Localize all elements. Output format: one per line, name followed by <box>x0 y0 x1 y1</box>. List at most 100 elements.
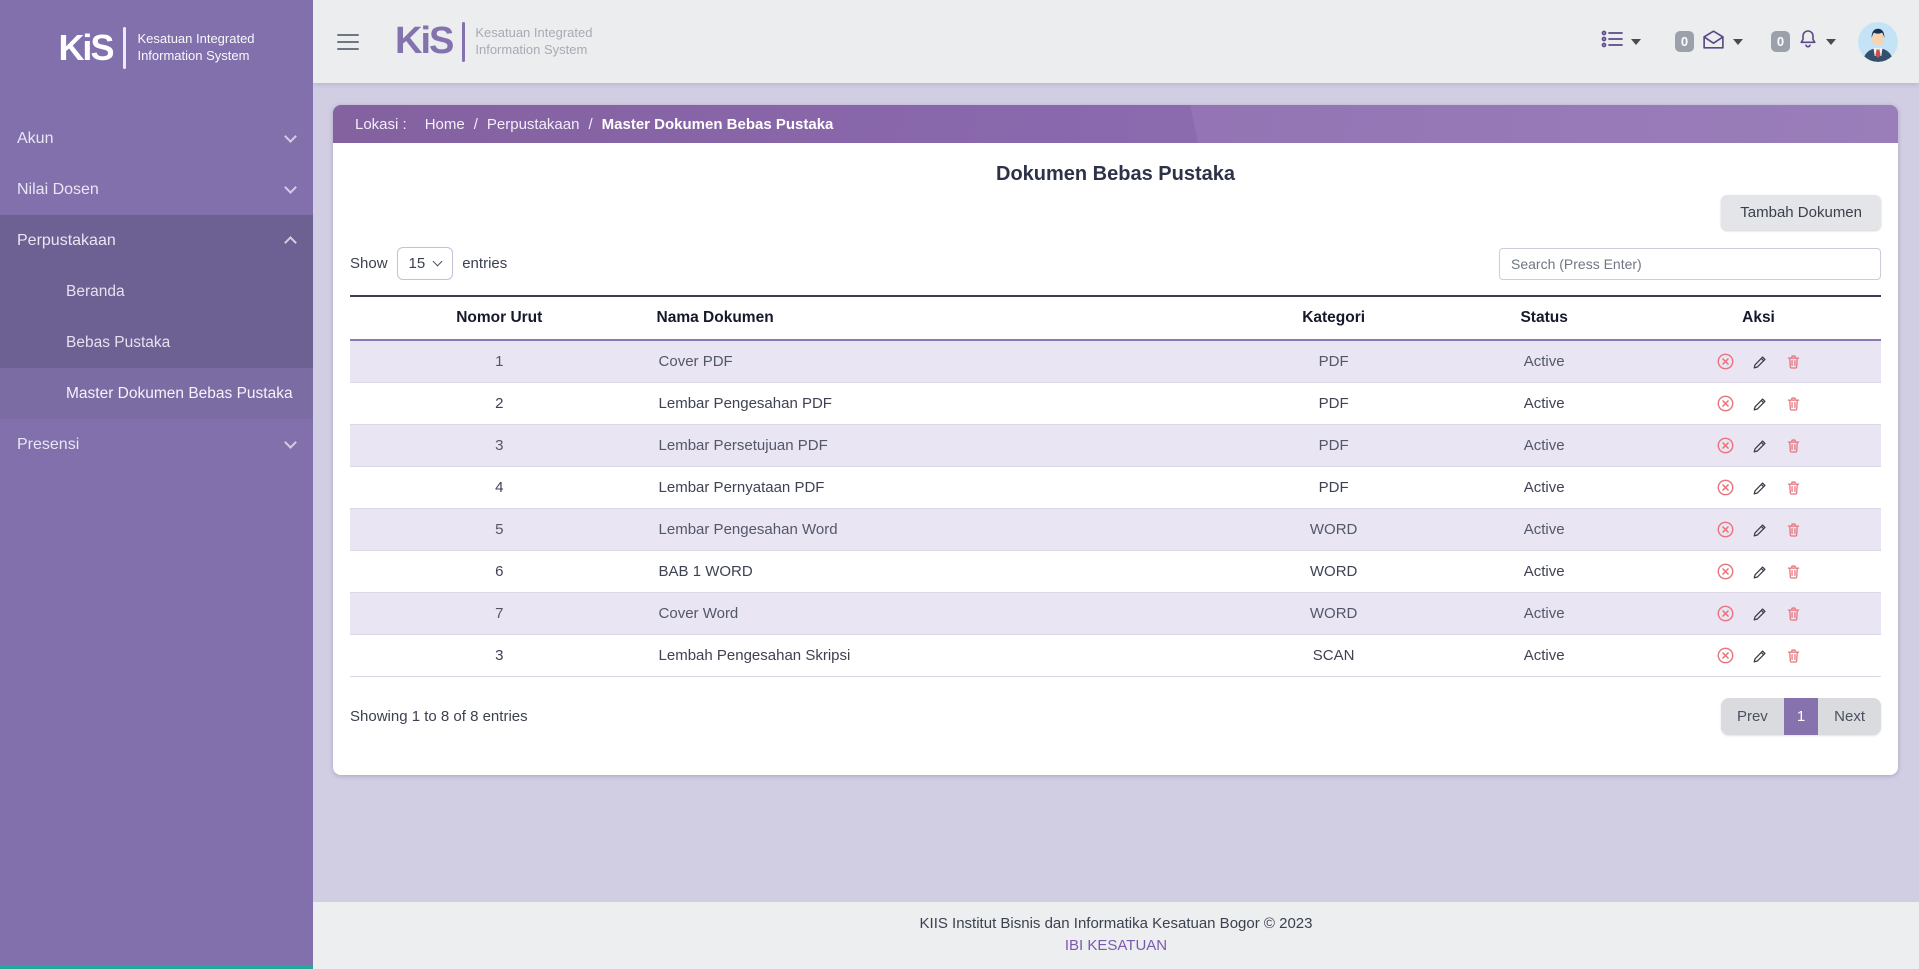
deactivate-icon[interactable] <box>1716 478 1735 497</box>
deactivate-icon[interactable] <box>1716 520 1735 539</box>
footer-institution-link[interactable]: IBI KESATUAN <box>1065 937 1167 954</box>
breadcrumb-prefix: Lokasi : <box>355 115 407 133</box>
deactivate-icon[interactable] <box>1716 604 1735 623</box>
deactivate-icon[interactable] <box>1716 352 1735 371</box>
cell-nama-dokumen: Cover PDF <box>648 340 1215 383</box>
cell-nomor-urut: 5 <box>350 508 649 551</box>
delete-icon[interactable] <box>1785 605 1802 622</box>
cell-aksi <box>1636 382 1881 425</box>
column-header-aksi[interactable]: Aksi <box>1636 295 1881 341</box>
top-header: KiS Kesatuan Integrated Information Syst… <box>313 0 1919 83</box>
table-row: 5 Lembar Pengesahan Word WORD Active <box>350 508 1881 551</box>
notifications-menu[interactable]: 0 <box>1771 28 1836 55</box>
cell-nomor-urut: 6 <box>350 550 649 593</box>
bell-icon <box>1797 28 1819 55</box>
page-size-select[interactable]: 15 <box>396 247 454 280</box>
chevron-down-icon <box>284 130 297 143</box>
chevron-down-icon <box>284 436 297 449</box>
cell-status: Active <box>1452 550 1637 593</box>
delete-icon[interactable] <box>1785 479 1802 496</box>
pagination-next-button[interactable]: Next <box>1818 698 1881 735</box>
search-input[interactable] <box>1499 247 1881 280</box>
table-row: 4 Lembar Pernyataan PDF PDF Active <box>350 466 1881 509</box>
sidebar-item-akun[interactable]: Akun <box>0 113 313 164</box>
table-row: 2 Lembar Pengesahan PDF PDF Active <box>350 382 1881 425</box>
pagination: Prev 1 Next <box>1720 698 1881 735</box>
header-actions: 0 0 <box>1600 21 1919 62</box>
cell-status: Active <box>1452 634 1637 677</box>
cell-kategori: SCAN <box>1215 634 1453 677</box>
sidebar-item-presensi[interactable]: Presensi <box>0 419 313 470</box>
breadcrumb-home-link[interactable]: Home <box>425 116 465 133</box>
cell-aksi <box>1636 592 1881 635</box>
documents-table: Nomor Urut Nama Dokumen Kategori Status … <box>350 295 1881 677</box>
edit-icon[interactable] <box>1751 353 1769 371</box>
edit-icon[interactable] <box>1751 647 1769 665</box>
cell-nomor-urut: 2 <box>350 382 649 425</box>
mail-icon <box>1701 28 1726 56</box>
chevron-down-icon <box>432 256 443 267</box>
entries-label: entries <box>462 255 508 272</box>
pagination-prev-button[interactable]: Prev <box>1721 698 1784 735</box>
caret-down-icon <box>1733 38 1743 45</box>
cell-kategori: PDF <box>1215 424 1453 467</box>
delete-icon[interactable] <box>1785 437 1802 454</box>
cell-status: Active <box>1452 508 1637 551</box>
entries-summary: Showing 1 to 8 of 8 entries <box>350 708 528 725</box>
messages-menu[interactable]: 0 <box>1675 28 1743 56</box>
sidebar-item-master-dokumen-bebas-pustaka[interactable]: Master Dokumen Bebas Pustaka <box>0 368 313 419</box>
edit-icon[interactable] <box>1751 563 1769 581</box>
deactivate-icon[interactable] <box>1716 436 1735 455</box>
pagination-page-1-button[interactable]: 1 <box>1783 698 1819 735</box>
cell-nomor-urut: 1 <box>350 340 649 383</box>
breadcrumb-perpustakaan-link[interactable]: Perpustakaan <box>487 116 580 133</box>
cell-kategori: WORD <box>1215 550 1453 593</box>
cell-status: Active <box>1452 382 1637 425</box>
sidebar-item-beranda[interactable]: Beranda <box>0 266 313 317</box>
delete-icon[interactable] <box>1785 395 1802 412</box>
task-list-icon <box>1600 29 1624 54</box>
cell-nama-dokumen: Lembar Pengesahan PDF <box>648 382 1215 425</box>
add-document-button[interactable]: Tambah Dokumen <box>1721 195 1881 230</box>
column-header-nama-dokumen[interactable]: Nama Dokumen <box>648 295 1215 341</box>
edit-icon[interactable] <box>1751 437 1769 455</box>
hamburger-menu-icon[interactable] <box>337 29 359 55</box>
cell-nomor-urut: 3 <box>350 424 649 467</box>
chevron-up-icon <box>284 236 297 249</box>
table-header-row: Nomor Urut Nama Dokumen Kategori Status … <box>350 295 1881 341</box>
cell-nama-dokumen: Lembar Persetujuan PDF <box>648 424 1215 467</box>
cell-status: Active <box>1452 466 1637 509</box>
delete-icon[interactable] <box>1785 353 1802 370</box>
deactivate-icon[interactable] <box>1716 562 1735 581</box>
table-row: 3 Lembar Persetujuan PDF PDF Active <box>350 424 1881 467</box>
header-logo[interactable]: KiS Kesatuan Integrated Information Syst… <box>395 20 592 63</box>
edit-icon[interactable] <box>1751 395 1769 413</box>
delete-icon[interactable] <box>1785 647 1802 664</box>
sidebar-item-perpustakaan[interactable]: Perpustakaan <box>0 215 313 266</box>
column-header-kategori[interactable]: Kategori <box>1215 295 1453 341</box>
edit-icon[interactable] <box>1751 605 1769 623</box>
sidebar-item-nilai-dosen[interactable]: Nilai Dosen <box>0 164 313 215</box>
caret-down-icon <box>1631 38 1641 45</box>
cell-kategori: PDF <box>1215 340 1453 383</box>
edit-icon[interactable] <box>1751 479 1769 497</box>
cell-nama-dokumen: Lembah Pengesahan Skripsi <box>648 634 1215 677</box>
deactivate-icon[interactable] <box>1716 394 1735 413</box>
cell-nama-dokumen: Lembar Pengesahan Word <box>648 508 1215 551</box>
sidebar-nav: Akun Nilai Dosen Perpustakaan Beranda Be… <box>0 113 313 470</box>
column-header-status[interactable]: Status <box>1452 295 1637 341</box>
task-list-menu[interactable] <box>1600 29 1641 54</box>
footer-copyright: KIIS Institut Bisnis dan Informatika Kes… <box>919 915 1313 932</box>
delete-icon[interactable] <box>1785 563 1802 580</box>
cell-aksi <box>1636 340 1881 383</box>
caret-down-icon <box>1826 38 1836 45</box>
mail-count-badge: 0 <box>1675 31 1694 52</box>
sidebar-item-bebas-pustaka[interactable]: Bebas Pustaka <box>0 317 313 368</box>
edit-icon[interactable] <box>1751 521 1769 539</box>
delete-icon[interactable] <box>1785 521 1802 538</box>
user-avatar[interactable] <box>1858 21 1898 62</box>
deactivate-icon[interactable] <box>1716 646 1735 665</box>
table-row: 7 Cover Word WORD Active <box>350 592 1881 635</box>
column-header-nomor-urut[interactable]: Nomor Urut <box>350 295 649 341</box>
cell-aksi <box>1636 424 1881 467</box>
